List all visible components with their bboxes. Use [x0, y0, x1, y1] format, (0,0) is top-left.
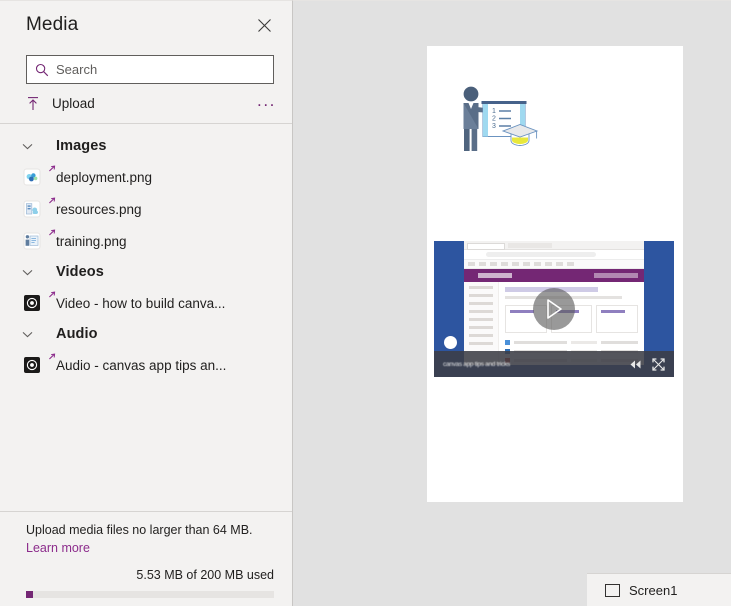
- capture-cursor-dot: [444, 336, 457, 349]
- group-header-images[interactable]: Images: [0, 131, 292, 161]
- svg-text:1: 1: [492, 108, 496, 115]
- capture-tab: [508, 243, 552, 248]
- upload-button[interactable]: Upload: [26, 96, 95, 111]
- screen-rectangle-icon: [605, 584, 620, 597]
- storage-usage-bar: [26, 591, 274, 598]
- image-file-icon: [22, 231, 42, 251]
- list-item[interactable]: Audio - canvas app tips an...: [0, 349, 292, 381]
- screen-preview-card[interactable]: 1 2 3: [427, 46, 683, 502]
- capture-url-pill: [486, 252, 596, 257]
- learn-more-link[interactable]: Learn more: [26, 541, 90, 555]
- media-play-icon: [22, 293, 42, 313]
- training-illustration: 1 2 3: [449, 82, 589, 160]
- group-label: Videos: [56, 264, 104, 280]
- video-control-icons: [629, 358, 665, 371]
- media-panel: Media: [0, 0, 293, 606]
- file-name: Audio - canvas app tips an...: [56, 358, 226, 373]
- svg-text:2: 2: [492, 116, 496, 123]
- file-name: training.png: [56, 234, 127, 249]
- storage-usage-fill: [26, 591, 33, 598]
- page-title: Media: [26, 14, 78, 36]
- upload-row: Upload ...: [0, 84, 292, 122]
- media-play-icon: [22, 355, 42, 375]
- search-input[interactable]: [56, 62, 265, 77]
- upload-limit-note: Upload media files no larger than 64 MB.: [26, 522, 274, 539]
- chevron-down-icon: [22, 269, 44, 276]
- capture-tab: [467, 243, 505, 250]
- video-control-bar[interactable]: canvas app tips and tricks: [434, 351, 674, 377]
- group-header-videos[interactable]: Videos: [0, 257, 292, 287]
- capture-app-header: [464, 269, 644, 282]
- rewind-icon[interactable]: [629, 359, 642, 370]
- fullscreen-icon[interactable]: [652, 358, 665, 371]
- close-icon[interactable]: [250, 11, 278, 39]
- list-item[interactable]: Video - how to build canva...: [0, 287, 292, 319]
- media-file-list: Images deployment.png: [0, 124, 292, 511]
- list-item[interactable]: training.png: [0, 225, 292, 257]
- canvas-area: 1 2 3: [293, 0, 731, 606]
- search-container: [0, 49, 292, 84]
- video-control-text: canvas app tips and tricks: [443, 361, 510, 368]
- list-item[interactable]: deployment.png: [0, 161, 292, 193]
- image-file-icon: [22, 167, 42, 187]
- media-panel-app: Media: [0, 0, 731, 606]
- capture-browser-tabs: [464, 241, 644, 250]
- play-circle-icon[interactable]: [533, 288, 575, 330]
- panel-header: Media: [0, 1, 292, 49]
- file-name: deployment.png: [56, 170, 152, 185]
- capture-toolbar: [464, 260, 644, 269]
- screen-tab-label: Screen1: [629, 583, 677, 598]
- chevron-down-icon: [22, 143, 44, 150]
- svg-text:3: 3: [492, 123, 496, 130]
- video-thumbnail[interactable]: canvas app tips and tricks: [434, 241, 674, 377]
- file-name: Video - how to build canva...: [56, 296, 225, 311]
- file-name: resources.png: [56, 202, 142, 217]
- list-item[interactable]: resources.png: [0, 193, 292, 225]
- upload-label: Upload: [52, 96, 95, 111]
- search-box[interactable]: [26, 55, 274, 84]
- group-header-audio[interactable]: Audio: [0, 319, 292, 349]
- image-file-icon: [22, 199, 42, 219]
- upload-arrow-icon: [26, 96, 40, 111]
- search-icon: [35, 63, 49, 77]
- panel-footer: Upload media files no larger than 64 MB.…: [0, 511, 292, 606]
- tab-screen1[interactable]: Screen1: [587, 574, 689, 606]
- chevron-down-icon: [22, 331, 44, 338]
- group-label: Images: [56, 138, 107, 154]
- storage-usage-text: 5.53 MB of 200 MB used: [26, 568, 274, 582]
- group-label: Audio: [56, 326, 98, 342]
- more-options-button[interactable]: ...: [255, 92, 278, 114]
- screen-tab-bar: Screen1: [587, 573, 731, 606]
- capture-address-bar: [464, 250, 644, 260]
